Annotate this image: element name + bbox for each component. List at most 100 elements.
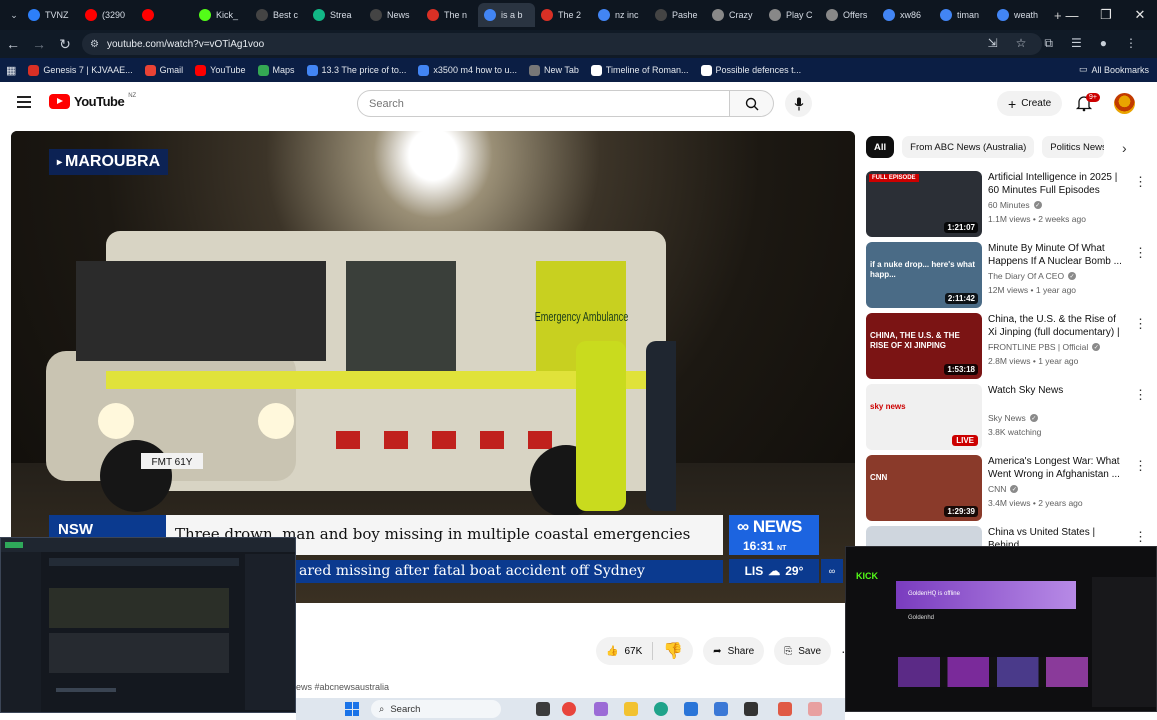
media-icon[interactable] [744,702,758,716]
filter-chip[interactable]: All [866,136,895,158]
bookmark-item[interactable]: Gmail [144,64,183,76]
back-icon[interactable]: ← [0,30,26,58]
tab-search-icon[interactable]: ⌄ [6,1,22,29]
recommended-video[interactable]: FULL EPISODE 1:21:07 Artificial Intelligen… [866,171,1147,237]
filter-chip[interactable]: From ABC News (Australia) [902,136,1035,158]
search-input[interactable] [357,90,730,117]
reading-list-icon[interactable]: ☰ [1071,36,1082,51]
bookmark-item[interactable]: Genesis 7 | KJVAAE... [28,64,133,76]
bookmark-item[interactable]: Timeline of Roman... [590,64,689,76]
recommended-video[interactable]: sky news LIVE Watch Sky News Sky News ✓ 3.8K … [866,384,1147,450]
dislike-button[interactable]: 👎 [653,641,693,661]
forward-icon[interactable]: → [26,30,52,58]
apps-grid-icon[interactable]: ▦ [6,64,16,77]
reload-icon[interactable]: ↻ [52,30,78,58]
browser-tab[interactable]: (3290 [79,3,136,27]
voice-search-button[interactable] [785,90,812,117]
recommended-video-title[interactable]: Minute By Minute Of What Happens If A Nu… [988,242,1126,268]
browser-tab[interactable]: The 2 [535,3,592,27]
browser-tab[interactable]: timan [934,3,991,27]
file-explorer-icon[interactable] [624,702,638,716]
windows-start-icon[interactable] [345,702,359,716]
app-icon-highlighted[interactable] [808,702,822,716]
url-bar[interactable]: ⚙ youtube.com/watch?v=vOTiAg1voo [82,33,1042,55]
video-thumbnail[interactable]: FULL EPISODE 1:21:07 [866,171,982,237]
create-button[interactable]: + Create [997,91,1063,116]
browser-tab[interactable]: Play C [763,3,820,27]
browser-tab[interactable]: TVNZ [22,3,79,27]
video-options-icon[interactable]: ⋮ [1134,387,1147,403]
bookmark-item[interactable]: Possible defences t... [700,64,801,76]
minimize-icon[interactable]: — [1055,0,1089,30]
app-icon-red[interactable] [778,702,792,716]
youtube-logo[interactable]: YouTube NZ [49,93,136,109]
all-bookmarks[interactable]: ▭ All Bookmarks [1079,64,1149,75]
browser-tab[interactable]: The n [421,3,478,27]
bookmark-star-icon[interactable]: ☆ [1016,36,1027,51]
browser-tab[interactable]: Strea [307,3,364,27]
recommended-channel[interactable]: CNN ✓ [988,484,1019,494]
chrome-icon[interactable] [562,702,576,716]
overlay-window-left[interactable] [0,537,296,713]
browser-tab[interactable]: Crazy [706,3,763,27]
browser-tab[interactable]: Kick_ [193,3,250,27]
share-button[interactable]: ➦ Share [703,637,765,665]
account-avatar[interactable] [1114,93,1135,114]
bookmark-item[interactable]: New Tab [528,64,579,76]
video-thumbnail[interactable]: sky news LIVE [866,384,982,450]
browser-menu-icon[interactable]: ⋮ [1125,36,1137,51]
edge-icon[interactable] [654,702,668,716]
search-button[interactable] [730,90,774,117]
browser-tab[interactable]: Offers [820,3,877,27]
site-info-icon[interactable]: ⚙ [90,39,99,50]
chips-next-icon[interactable]: › [1122,140,1127,156]
overlay-window-kick[interactable]: KICK GoldenHQ is offline Goldenhd [845,546,1157,712]
install-icon[interactable]: ⇲ [988,36,998,51]
browser-tab[interactable]: weath [991,3,1048,27]
bookmark-item[interactable]: x3500 m4 how to u... [418,64,517,76]
video-thumbnail[interactable]: CNN 1:29:39 [866,455,982,521]
maximize-icon[interactable]: ❐ [1089,0,1123,30]
video-thumbnail[interactable]: CHINA, THE U.S. & THE RISE OF XI JINPING… [866,313,982,379]
close-window-icon[interactable]: ✕ [1123,0,1157,30]
taskbar-search[interactable]: ⌕ Search [371,700,501,718]
extensions-icon[interactable]: ⧉ [1044,36,1053,51]
save-button[interactable]: ⎘ Save [774,637,832,665]
recommended-video-title[interactable]: Watch Sky News [988,384,1126,397]
store-icon[interactable] [714,702,728,716]
description-snippet[interactable]: ews #abcnewsaustralia [296,682,389,692]
browser-tab[interactable]: Pashe [649,3,706,27]
bookmark-item[interactable]: 13.3 The price of to... [306,64,406,76]
video-player[interactable]: FMT 61Y Emergency Ambulance ▸ MAROUBRA N… [11,131,855,603]
filter-chip[interactable]: Politics News [1042,136,1105,158]
recommended-video-title[interactable]: Artificial Intelligence in 2025 | 60 Min… [988,171,1126,197]
task-view-icon[interactable] [536,702,550,716]
browser-tab[interactable]: nz inc [592,3,649,27]
browser-tab[interactable] [136,3,193,27]
like-button[interactable]: 👍 67K [596,642,654,660]
recommended-video-title[interactable]: America's Longest War: What Went Wrong i… [988,455,1126,481]
video-options-icon[interactable]: ⋮ [1134,245,1147,261]
video-thumbnail[interactable]: if a nuke drop... here's what happ... 2:1… [866,242,982,308]
recommended-video[interactable]: CNN 1:29:39 America's Longest War: What We… [866,455,1147,521]
video-options-icon[interactable]: ⋮ [1134,174,1147,190]
video-options-icon[interactable]: ⋮ [1134,529,1147,545]
recommended-channel[interactable]: Sky News ✓ [988,413,1038,423]
recommended-channel[interactable]: The Diary Of A CEO ✓ [988,271,1077,281]
browser-tab[interactable]: is a b [478,3,535,27]
recommended-channel[interactable]: 60 Minutes ✓ [988,200,1042,210]
browser-tab[interactable]: News [364,3,421,27]
mail-icon[interactable] [684,702,698,716]
bookmark-item[interactable]: Maps [257,64,295,76]
profile-icon[interactable]: ● [1100,36,1107,51]
video-options-icon[interactable]: ⋮ [1134,316,1147,332]
recommended-video[interactable]: if a nuke drop... here's what happ... 2:1… [866,242,1147,308]
browser-tab[interactable]: Best c [250,3,307,27]
bookmark-item[interactable]: YouTube [195,64,246,76]
copilot-icon[interactable] [594,702,608,716]
recommended-channel[interactable]: FRONTLINE PBS | Official ✓ [988,342,1101,352]
hamburger-menu-icon[interactable] [17,96,31,108]
video-options-icon[interactable]: ⋮ [1134,458,1147,474]
browser-tab[interactable]: xw86 [877,3,934,27]
recommended-video[interactable]: CHINA, THE U.S. & THE RISE OF XI JINPING… [866,313,1147,379]
